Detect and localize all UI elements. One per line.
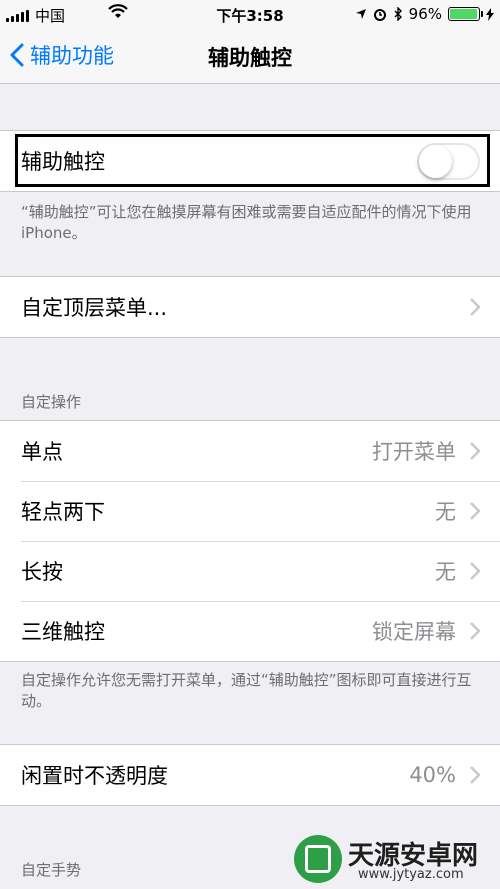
- chevron-right-icon: [470, 766, 480, 784]
- idle-opacity-group: 闲置时不透明度 40%: [0, 744, 500, 806]
- action-row-double-tap[interactable]: 轻点两下 无: [0, 481, 500, 541]
- highlight-frame: [15, 134, 490, 187]
- battery-level: [450, 9, 477, 19]
- customize-top-menu-label: 自定顶层菜单...: [21, 296, 168, 320]
- custom-actions-header: 自定操作: [21, 393, 82, 411]
- chevron-right-icon: [470, 622, 480, 640]
- navigation-bar: 辅助功能 辅助触控: [0, 28, 500, 84]
- idle-opacity-label: 闲置时不透明度: [21, 764, 168, 788]
- action-row-long-press[interactable]: 长按 无: [0, 541, 500, 601]
- watermark-logo-icon: [294, 835, 342, 883]
- custom-actions-group: 单点 打开菜单 轻点两下 无 长按 无 三维触控 锁定屏幕: [0, 420, 500, 662]
- battery-percent: 96%: [408, 5, 442, 23]
- custom-actions-footer: 自定操作允许您无需打开菜单，通过“辅助触控”图标即可直接进行互动。: [21, 671, 472, 710]
- idle-opacity-row[interactable]: 闲置时不透明度 40%: [0, 745, 500, 805]
- idle-opacity-value: 40%: [409, 763, 456, 787]
- action-label: 单点: [21, 440, 63, 464]
- chevron-right-icon: [470, 502, 480, 520]
- top-menu-group: 自定顶层菜单...: [0, 276, 500, 338]
- action-value: 无: [435, 500, 456, 524]
- custom-gestures-header: 自定手势: [21, 861, 82, 879]
- action-row-3d-touch[interactable]: 三维触控 锁定屏幕: [0, 601, 500, 661]
- chevron-right-icon: [470, 298, 480, 316]
- action-value: 无: [435, 560, 456, 584]
- chevron-right-icon: [470, 442, 480, 460]
- action-label: 三维触控: [21, 620, 105, 644]
- assistive-touch-footer: “辅助触控”可让您在触摸屏幕有困难或需要自适应配件的情况下使用 iPhone。: [21, 203, 472, 242]
- status-right: 96%: [355, 5, 494, 23]
- page-title: 辅助触控: [208, 46, 292, 70]
- action-label: 长按: [21, 560, 63, 584]
- battery-icon: [448, 7, 483, 21]
- customize-top-menu-row[interactable]: 自定顶层菜单...: [0, 277, 500, 337]
- location-icon: [355, 9, 366, 19]
- watermark: 天源安卓网 www.jytyaz.com: [294, 831, 494, 887]
- action-label: 轻点两下: [21, 500, 105, 524]
- charging-icon: [486, 7, 494, 21]
- action-row-single-tap[interactable]: 单点 打开菜单: [0, 421, 500, 481]
- alarm-icon: [373, 9, 386, 21]
- chevron-right-icon: [470, 562, 480, 580]
- action-value: 打开菜单: [372, 440, 456, 464]
- watermark-url: www.jytyaz.com: [358, 867, 464, 882]
- bluetooth-icon: [394, 7, 402, 21]
- status-bar: 中国 下午3:58 96%: [0, 0, 500, 28]
- action-value: 锁定屏幕: [372, 620, 456, 644]
